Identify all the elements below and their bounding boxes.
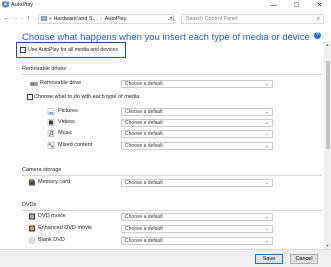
chevron-down-icon: ⌄ [264,238,269,244]
memory-card-label: Memory card [38,179,71,185]
minimize-button[interactable]: — [262,0,285,10]
pictures-dropdown[interactable]: Choose a default ⌄ [121,108,273,116]
address-bar[interactable]: « Hardware and S... › AutoPlay ⌄ [38,14,174,24]
section-divider [22,210,322,211]
dialog-footer: Save Cancel [0,249,331,267]
navigation-bar: ← → ⌄ ↑ « Hardware and S... › AutoPlay ⌄… [0,10,331,27]
dropdown-value: Choose a default [125,81,163,87]
dropdown-value: Choose a default [125,226,163,232]
pictures-label: Pictures [58,108,78,114]
videos-dropdown[interactable]: Choose a default ⌄ [121,119,273,127]
scroll-up-icon[interactable]: ▲ [324,41,331,48]
enhanced-dvd-movie-dropdown[interactable]: Choose a default ⌄ [121,225,273,233]
chevron-down-icon: ⌄ [264,131,269,137]
dvd-movie-dropdown[interactable]: Choose a default ⌄ [121,213,273,221]
forward-arrow-icon[interactable]: → [12,14,19,23]
blank-dvd-dropdown[interactable]: Choose a default ⌄ [121,237,273,245]
chevron-down-icon: ⌄ [264,143,269,149]
title-bar: AutoPlay — ☐ ✕ [0,0,331,10]
dropdown-value: Choose a default [125,238,163,244]
dropdown-value: Choose a default [125,120,163,126]
videos-icon [47,119,55,126]
mixed-content-icon [47,142,55,149]
chevron-down-icon: ⌄ [264,214,269,220]
up-arrow-icon[interactable]: ↑ [27,14,31,23]
vertical-scrollbar[interactable]: ▲ ▼ [324,41,331,249]
dropdown-value: Choose a default [125,131,163,137]
search-placeholder: Search Control Panel [186,16,238,22]
removable-drive-icon [30,82,38,86]
videos-label: Videos [58,119,75,125]
dvd-movie-icon [29,213,35,220]
scroll-thumb[interactable] [325,61,330,149]
autoplay-app-icon [2,1,9,8]
window-title: AutoPlay [11,1,34,8]
cancel-button[interactable]: Cancel [290,254,318,264]
pictures-icon [47,108,55,115]
blank-dvd-label: Blank DVD [38,237,65,243]
dropdown-value: Choose a default [125,143,163,149]
dropdown-value: Choose a default [125,180,163,186]
removable-drive-label: Removable drive [40,80,82,86]
maximize-button[interactable]: ☐ [285,0,308,10]
control-panel-icon [41,16,47,21]
back-arrow-icon[interactable]: ← [3,14,10,23]
music-icon [47,130,55,137]
section-divider [22,74,322,75]
breadcrumb-separator-icon: › [99,16,102,22]
mixed-content-dropdown[interactable]: Choose a default ⌄ [121,142,273,150]
search-input[interactable]: Search Control Panel ⌕ [181,14,324,24]
per-media-type-checkbox[interactable] [27,94,33,100]
chevron-down-icon: ⌄ [264,180,269,186]
enhanced-dvd-movie-label: Enhanced DVD movie [38,225,93,231]
camera-storage-heading: Camera storage [22,167,62,173]
per-media-type-label[interactable]: Choose what to do with each type of medi… [34,94,139,101]
use-autoplay-label[interactable]: Use AutoPlay for all media and devices [28,47,118,54]
chevron-down-icon: ⌄ [264,109,269,115]
dropdown-value: Choose a default [125,214,163,220]
recent-dropdown-icon[interactable]: ⌄ [20,14,24,23]
removable-drive-dropdown[interactable]: Choose a default ⌄ [121,80,273,88]
memory-card-icon [29,179,35,186]
breadcrumb-autoplay[interactable]: AutoPlay [105,16,127,22]
music-label: Music [58,130,73,136]
blank-dvd-icon [28,237,36,244]
dvd-movie-label: DVD movie [38,213,66,219]
use-autoplay-checkbox[interactable] [20,47,26,53]
chevron-down-icon: ⌄ [264,120,269,126]
section-divider [22,175,322,176]
close-button[interactable]: ✕ [308,0,331,10]
search-icon[interactable]: ⌕ [317,15,320,24]
scroll-down-icon[interactable]: ▼ [324,242,331,249]
chevron-down-icon: ⌄ [264,226,269,232]
breadcrumb-hardware[interactable]: « Hardware and S... [49,16,97,22]
removable-drives-heading: Removable drives [22,66,67,72]
dvds-heading: DVDs [22,202,37,208]
music-dropdown[interactable]: Choose a default ⌄ [121,130,273,138]
dropdown-value: Choose a default [125,109,163,115]
chevron-down-icon: ⌄ [264,81,269,87]
memory-card-dropdown[interactable]: Choose a default ⌄ [121,179,273,187]
help-icon[interactable]: ? [314,32,321,39]
mixed-content-label: Mixed content [58,142,93,148]
enhanced-dvd-movie-icon [29,225,35,232]
refresh-icon[interactable]: ↻ [167,14,177,24]
save-button[interactable]: Save [255,254,283,264]
